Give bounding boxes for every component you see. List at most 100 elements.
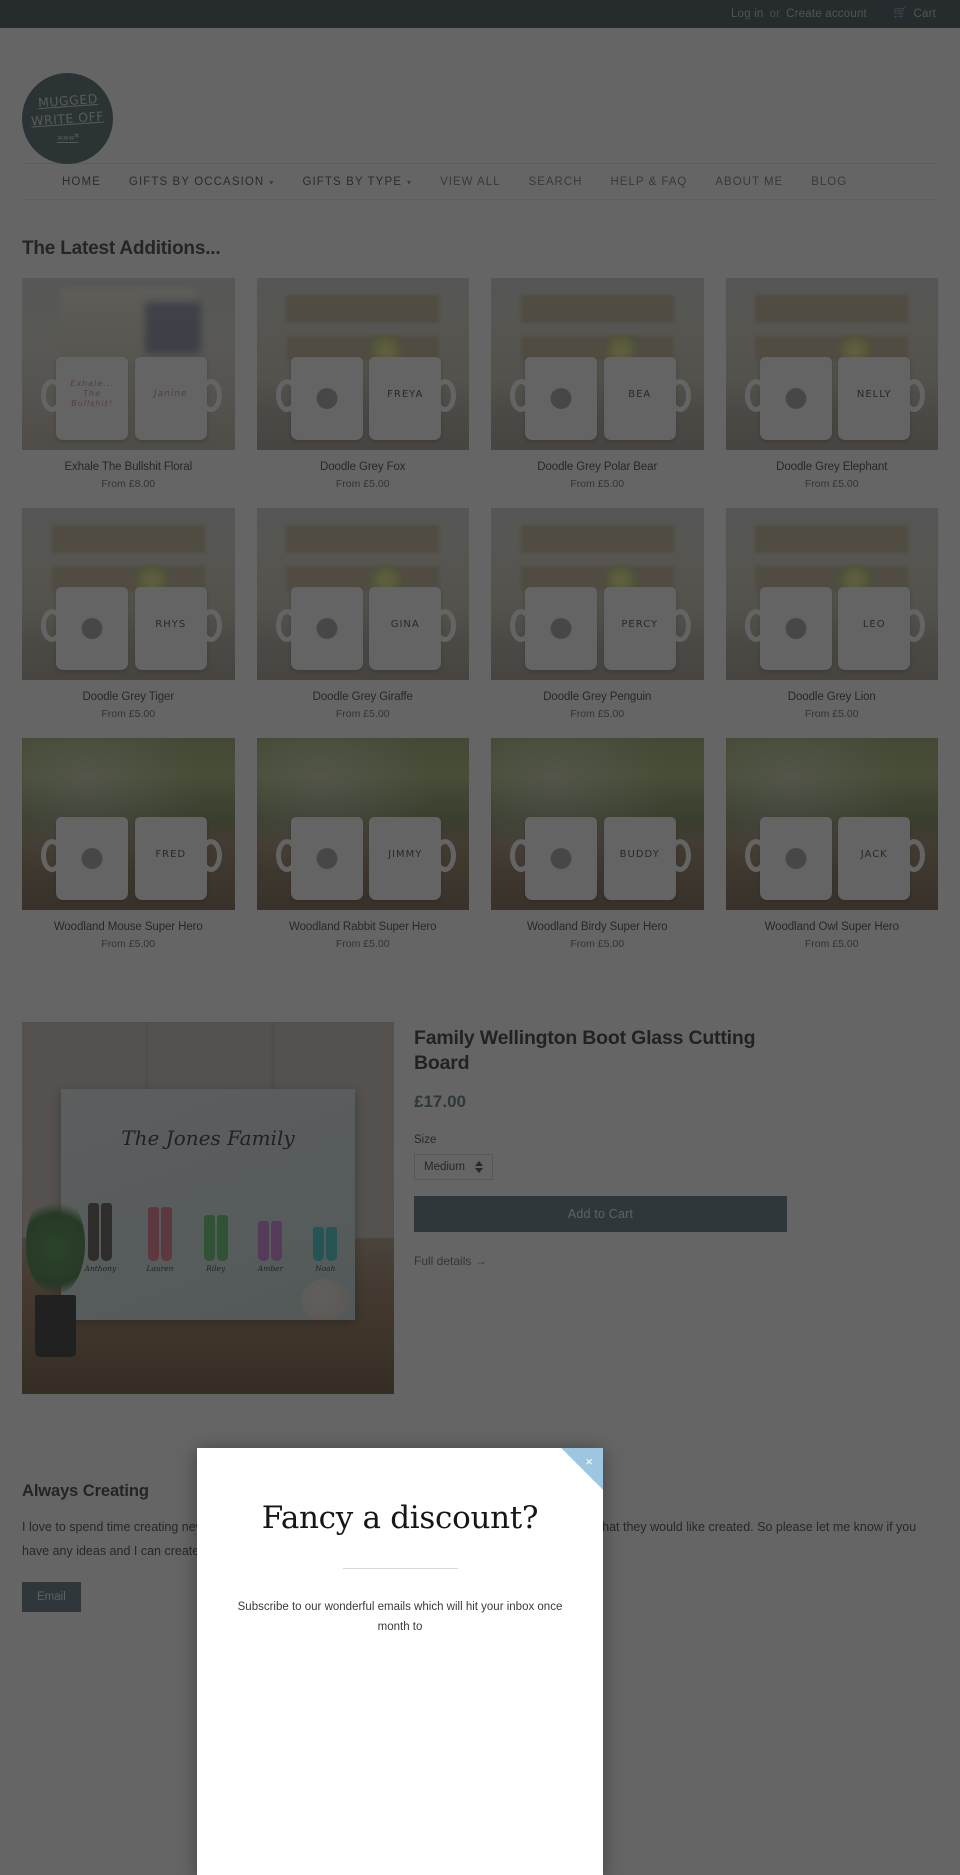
product-card[interactable]: FRED Woodland Mouse Super Hero From £5.00 — [22, 738, 235, 950]
product-card[interactable]: PERCY Doodle Grey Penguin From £5.00 — [491, 508, 704, 720]
product-thumbnail[interactable]: FRED — [22, 738, 235, 910]
product-title: Woodland Birdy Super Hero — [527, 921, 668, 933]
mug-right-text: PERCY — [621, 618, 659, 630]
mug-right-text: JIMMY — [388, 848, 423, 860]
wellington-boot-icon — [216, 1215, 228, 1262]
product-card[interactable]: RHYS Doodle Grey Tiger From £5.00 — [22, 508, 235, 720]
wellington-boot-icon — [258, 1221, 270, 1262]
featured-product-image[interactable]: The Jones Family Anthony Lauren Riley Amber… — [22, 1022, 394, 1394]
product-title: Exhale The Bullshit Floral — [64, 461, 193, 473]
product-card[interactable]: JIMMY Woodland Rabbit Super Hero From £5.0… — [256, 738, 469, 950]
nav-item-home[interactable]: HOME — [48, 176, 115, 188]
login-link[interactable]: Log in — [731, 8, 764, 20]
product-thumbnail[interactable]: BEA — [491, 278, 704, 450]
shelf-bar — [755, 525, 909, 553]
mug-handle — [744, 608, 767, 642]
mug-handle — [744, 378, 767, 412]
product-thumbnail[interactable]: Exhale... The Bullshit! Janine — [22, 278, 235, 450]
discount-modal-title: Fancy a discount? — [261, 1500, 539, 1536]
mug-right: LEO — [838, 587, 926, 670]
mug-left — [510, 587, 598, 670]
product-thumbnail[interactable]: PERCY — [491, 508, 704, 680]
product-price: From £5.00 — [804, 708, 859, 720]
product-title: Doodle Grey Tiger — [82, 691, 175, 703]
animal-doodle-icon — [309, 385, 344, 416]
wellington-boot-pair — [313, 1227, 338, 1262]
product-card[interactable]: Exhale... The Bullshit! Janine Exhale The … — [22, 278, 235, 490]
mug-handle — [275, 608, 298, 642]
size-select-value: Medium — [424, 1160, 465, 1173]
product-thumbnail[interactable]: JACK — [725, 738, 938, 910]
close-icon[interactable]: × — [561, 1448, 603, 1490]
shopping-cart-icon: 🛒 — [892, 7, 908, 20]
size-select[interactable]: Medium — [414, 1153, 493, 1180]
nav-item-label: BLOG — [811, 176, 848, 188]
nav-item-label: HOME — [62, 176, 101, 188]
animal-doodle-icon — [544, 385, 579, 416]
nav-item-gifts-by-type[interactable]: GIFTS BY TYPE ▾ — [288, 176, 426, 188]
boot-column: Noah — [313, 1227, 338, 1274]
product-thumbnail[interactable]: JIMMY — [256, 738, 469, 910]
product-card[interactable]: GINA Doodle Grey Giraffe From £5.00 — [256, 508, 469, 720]
shelf-bar — [755, 295, 909, 323]
login-or-separator: or — [769, 8, 781, 20]
nav-item-gifts-by-occasion[interactable]: GIFTS BY OCCASION ▾ — [115, 176, 289, 188]
product-thumbnail[interactable]: GINA — [256, 508, 469, 680]
section-heading-latest: The Latest Additions... — [22, 238, 221, 259]
animal-doodle-icon — [778, 845, 813, 876]
mug-right: NELLY — [838, 357, 926, 440]
product-price: From £5.00 — [570, 938, 625, 950]
mug-right: PERCY — [603, 587, 691, 670]
product-card[interactable]: NELLY Doodle Grey Elephant From £5.00 — [725, 278, 938, 490]
featured-product-title: Family Wellington Boot Glass Cutting Boa… — [414, 1027, 756, 1074]
product-title: Doodle Grey Polar Bear — [537, 461, 658, 473]
close-icon-glyph: × — [585, 1454, 593, 1469]
cart-link[interactable]: 🛒 Cart — [893, 8, 936, 20]
mug-right-text: JACK — [860, 848, 888, 860]
product-thumbnail[interactable]: LEO — [725, 508, 938, 680]
boot-column: Amber — [258, 1221, 283, 1273]
board-family-title: The Jones Family — [121, 1125, 295, 1150]
product-thumbnail[interactable]: FREYA — [256, 278, 469, 450]
mug-left — [275, 357, 363, 440]
product-card[interactable]: JACK Woodland Owl Super Hero From £5.00 — [725, 738, 938, 950]
mug-left — [510, 357, 598, 440]
chevron-updown-icon — [474, 1160, 483, 1173]
main-navigation: HOME GIFTS BY OCCASION ▾ GIFTS BY TYPE ▾ VIEW… — [22, 163, 938, 200]
mug-handle — [510, 608, 532, 642]
mug-handle — [41, 838, 63, 872]
wellington-boot-pair — [258, 1221, 283, 1262]
chevron-down-icon: ▾ — [269, 177, 275, 187]
nav-item-help-faq[interactable]: HELP & FAQ — [596, 176, 701, 188]
product-card[interactable]: LEO Doodle Grey Lion From £5.00 — [725, 508, 938, 720]
create-account-link[interactable]: Create account — [786, 8, 867, 20]
nav-item-blog[interactable]: BLOG — [797, 176, 861, 188]
nav-item-about-me[interactable]: ABOUT ME — [701, 176, 797, 188]
product-card[interactable]: BEA Doodle Grey Polar Bear From £5.00 — [491, 278, 704, 490]
add-to-cart-button[interactable]: Add to Cart — [414, 1195, 787, 1232]
mug-handle — [744, 838, 767, 872]
wellington-boot-icon — [160, 1207, 172, 1262]
animal-doodle-icon — [309, 845, 344, 876]
product-thumbnail[interactable]: RHYS — [22, 508, 235, 680]
site-logo[interactable]: MUGGED WRITE OFF »»»* — [22, 73, 113, 164]
shelf-bar — [520, 525, 674, 553]
product-card[interactable]: BUDDY Woodland Birdy Super Hero From £5.00 — [491, 738, 704, 950]
nav-item-search[interactable]: SEARCH — [515, 176, 597, 188]
product-thumbnail[interactable]: BUDDY — [491, 738, 704, 910]
animal-doodle-icon — [75, 615, 110, 646]
product-price: From £5.00 — [335, 708, 390, 720]
mug-right-text: RHYS — [155, 618, 187, 630]
potted-plant — [25, 1193, 86, 1357]
nav-item-view-all[interactable]: VIEW ALL — [426, 176, 514, 188]
full-details-link[interactable]: Full details → — [414, 1254, 487, 1268]
product-title: Doodle Grey Penguin — [543, 691, 652, 703]
product-thumbnail[interactable]: NELLY — [725, 278, 938, 450]
product-price: From £5.00 — [101, 938, 156, 950]
product-card[interactable]: FREYA Doodle Grey Fox From £5.00 — [256, 278, 469, 490]
boot-name-label: Noah — [315, 1264, 336, 1274]
mug-right: GINA — [369, 587, 457, 670]
mug-left — [744, 817, 832, 900]
email-button[interactable]: Email — [22, 1581, 81, 1612]
nav-item-label: GIFTS BY OCCASION — [128, 176, 265, 188]
